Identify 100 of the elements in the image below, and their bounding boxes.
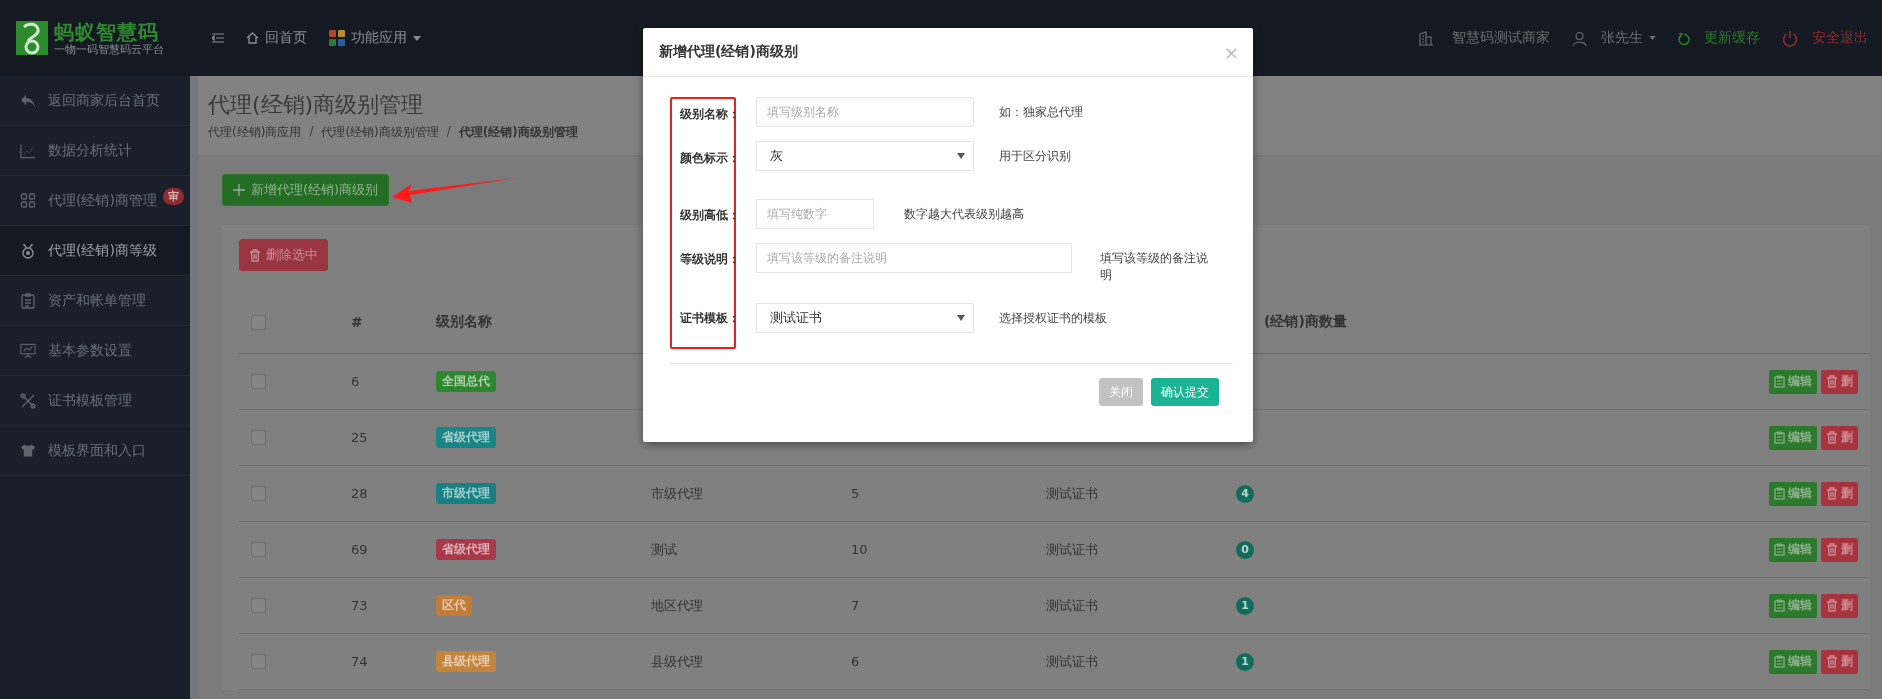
- row-number: 28: [351, 486, 368, 501]
- input-field[interactable]: 填写该等级的备注说明: [756, 243, 1072, 273]
- delete-button[interactable]: 删: [1821, 425, 1858, 450]
- submit-button[interactable]: 确认提交: [1151, 378, 1219, 406]
- power-icon: [1782, 29, 1798, 47]
- reply-arrow-icon: [20, 93, 36, 108]
- edit-button[interactable]: 编辑: [1769, 481, 1817, 506]
- count-badge: 0: [1236, 540, 1254, 559]
- logo-title: 蚂蚁智慧码: [54, 20, 160, 43]
- field-hint: 数字越大代表级别越高: [904, 206, 1024, 223]
- caret-icon: [1649, 36, 1656, 40]
- level-rank: 6: [851, 654, 860, 669]
- add-level-button[interactable]: 新增代理(经销)商级别: [222, 174, 390, 206]
- modal-title: 新增代理(经销)商级别: [659, 43, 798, 61]
- level-tag: 全国总代: [436, 371, 496, 392]
- breadcrumb-separator: /: [309, 124, 314, 140]
- certificate-name: 测试证书: [1046, 596, 1098, 615]
- select-field[interactable]: 测试证书: [756, 303, 974, 333]
- input-field[interactable]: 填写纯数字: [756, 199, 874, 229]
- medal-icon: [20, 242, 36, 259]
- certificate-name: 测试证书: [1046, 652, 1098, 671]
- field-label: 级别名称：: [680, 106, 740, 123]
- level-tag: 市级代理: [436, 483, 496, 504]
- delete-selected-button[interactable]: 删除选中: [239, 239, 328, 271]
- trash-icon: [249, 248, 261, 262]
- level-tag: 省级代理: [436, 427, 496, 448]
- select-field[interactable]: 灰: [756, 141, 974, 171]
- breadcrumb-current: 代理(经销)商级别管理: [458, 124, 578, 141]
- level-tag: 省级代理: [436, 539, 496, 560]
- input-field[interactable]: 填写级别名称: [756, 97, 974, 127]
- user-menu[interactable]: 张先生: [1601, 29, 1643, 47]
- certificate-name: 测试证书: [1046, 484, 1098, 503]
- trash-icon: [1826, 375, 1838, 388]
- trash-icon: [1826, 655, 1838, 668]
- field-hint: 填写该等级的备注说明: [1100, 250, 1209, 284]
- clipboard-icon: [20, 292, 36, 309]
- edit-button[interactable]: 编辑: [1769, 369, 1817, 394]
- column-header: 级别名称: [436, 313, 492, 331]
- delete-button[interactable]: 删: [1821, 593, 1858, 618]
- apps-menu[interactable]: 功能应用: [351, 29, 407, 47]
- chart-icon: [20, 142, 36, 159]
- user-icon: [1572, 30, 1587, 46]
- field-label: 级别高低：: [680, 207, 740, 225]
- merchant-name: 智慧码测试商家: [1452, 29, 1550, 47]
- field-label: 等级说明：: [680, 250, 740, 268]
- breadcrumb-link[interactable]: 代理(经销)商应用: [208, 124, 302, 141]
- edit-button[interactable]: 编辑: [1769, 593, 1817, 618]
- delete-button[interactable]: 删: [1821, 537, 1858, 562]
- presentation-board-icon: [20, 342, 36, 359]
- clipboard-icon: [1774, 431, 1785, 444]
- row-number: 69: [351, 542, 368, 557]
- row-number: 73: [351, 598, 368, 613]
- close-button[interactable]: 关闭: [1099, 378, 1143, 406]
- caret-icon: [413, 35, 421, 41]
- home-icon: [246, 32, 259, 44]
- home-link[interactable]: 回首页: [265, 29, 307, 47]
- menu-icon[interactable]: [212, 33, 224, 43]
- logo-icon: [16, 21, 48, 55]
- plus-icon: [233, 184, 245, 196]
- clipboard-icon: [1774, 599, 1785, 612]
- trash-icon: [1826, 543, 1838, 556]
- edit-button[interactable]: 编辑: [1769, 425, 1817, 450]
- app-grid-icon: [329, 30, 345, 46]
- count-badge: 1: [1236, 652, 1254, 671]
- logout-link[interactable]: 安全退出: [1812, 29, 1868, 47]
- close-icon[interactable]: ×: [1223, 41, 1239, 63]
- field-label: 证书模板：: [680, 310, 740, 328]
- delete-button[interactable]: 删: [1821, 481, 1858, 506]
- logo-subtitle: 一物一码智慧码云平台: [54, 42, 164, 56]
- row-number: 74: [351, 654, 368, 669]
- trash-icon: [1826, 431, 1838, 444]
- page-title: 代理(经销)商级别管理: [208, 91, 424, 119]
- tools-icon: [20, 392, 36, 409]
- breadcrumb-link[interactable]: 代理(经销)商级别管理: [321, 124, 439, 141]
- field-hint: 用于区分识别: [999, 148, 1071, 165]
- row-number: 25: [351, 430, 368, 445]
- edit-button[interactable]: 编辑: [1769, 649, 1817, 674]
- column-header: #: [351, 314, 363, 330]
- level-tag: 区代: [436, 595, 472, 616]
- clipboard-icon: [1774, 487, 1785, 500]
- trash-icon: [1826, 599, 1838, 612]
- column-header: (经销)商数量: [1264, 313, 1347, 331]
- edit-button[interactable]: 编辑: [1769, 537, 1817, 562]
- clipboard-icon: [1774, 543, 1785, 556]
- count-badge: 1: [1236, 596, 1254, 615]
- row-number: 6: [351, 374, 360, 389]
- sidebar-item[interactable]: 代理(经销)商等级: [0, 226, 190, 276]
- level-rank: 10: [851, 542, 868, 557]
- delete-button[interactable]: 删: [1821, 369, 1858, 394]
- shirt-icon: [20, 443, 36, 458]
- refresh-icon: [1678, 31, 1690, 45]
- level-rank: 5: [851, 486, 860, 501]
- caret-icon: [957, 153, 965, 159]
- field-label: 颜色标示：: [680, 149, 740, 167]
- refresh-cache-link[interactable]: 更新缓存: [1704, 29, 1760, 47]
- clipboard-icon: [1774, 375, 1785, 388]
- level-description: 县级代理: [651, 652, 703, 671]
- field-hint: 如：独家总代理: [999, 104, 1083, 121]
- review-badge: 审: [162, 188, 184, 205]
- delete-button[interactable]: 删: [1821, 649, 1858, 674]
